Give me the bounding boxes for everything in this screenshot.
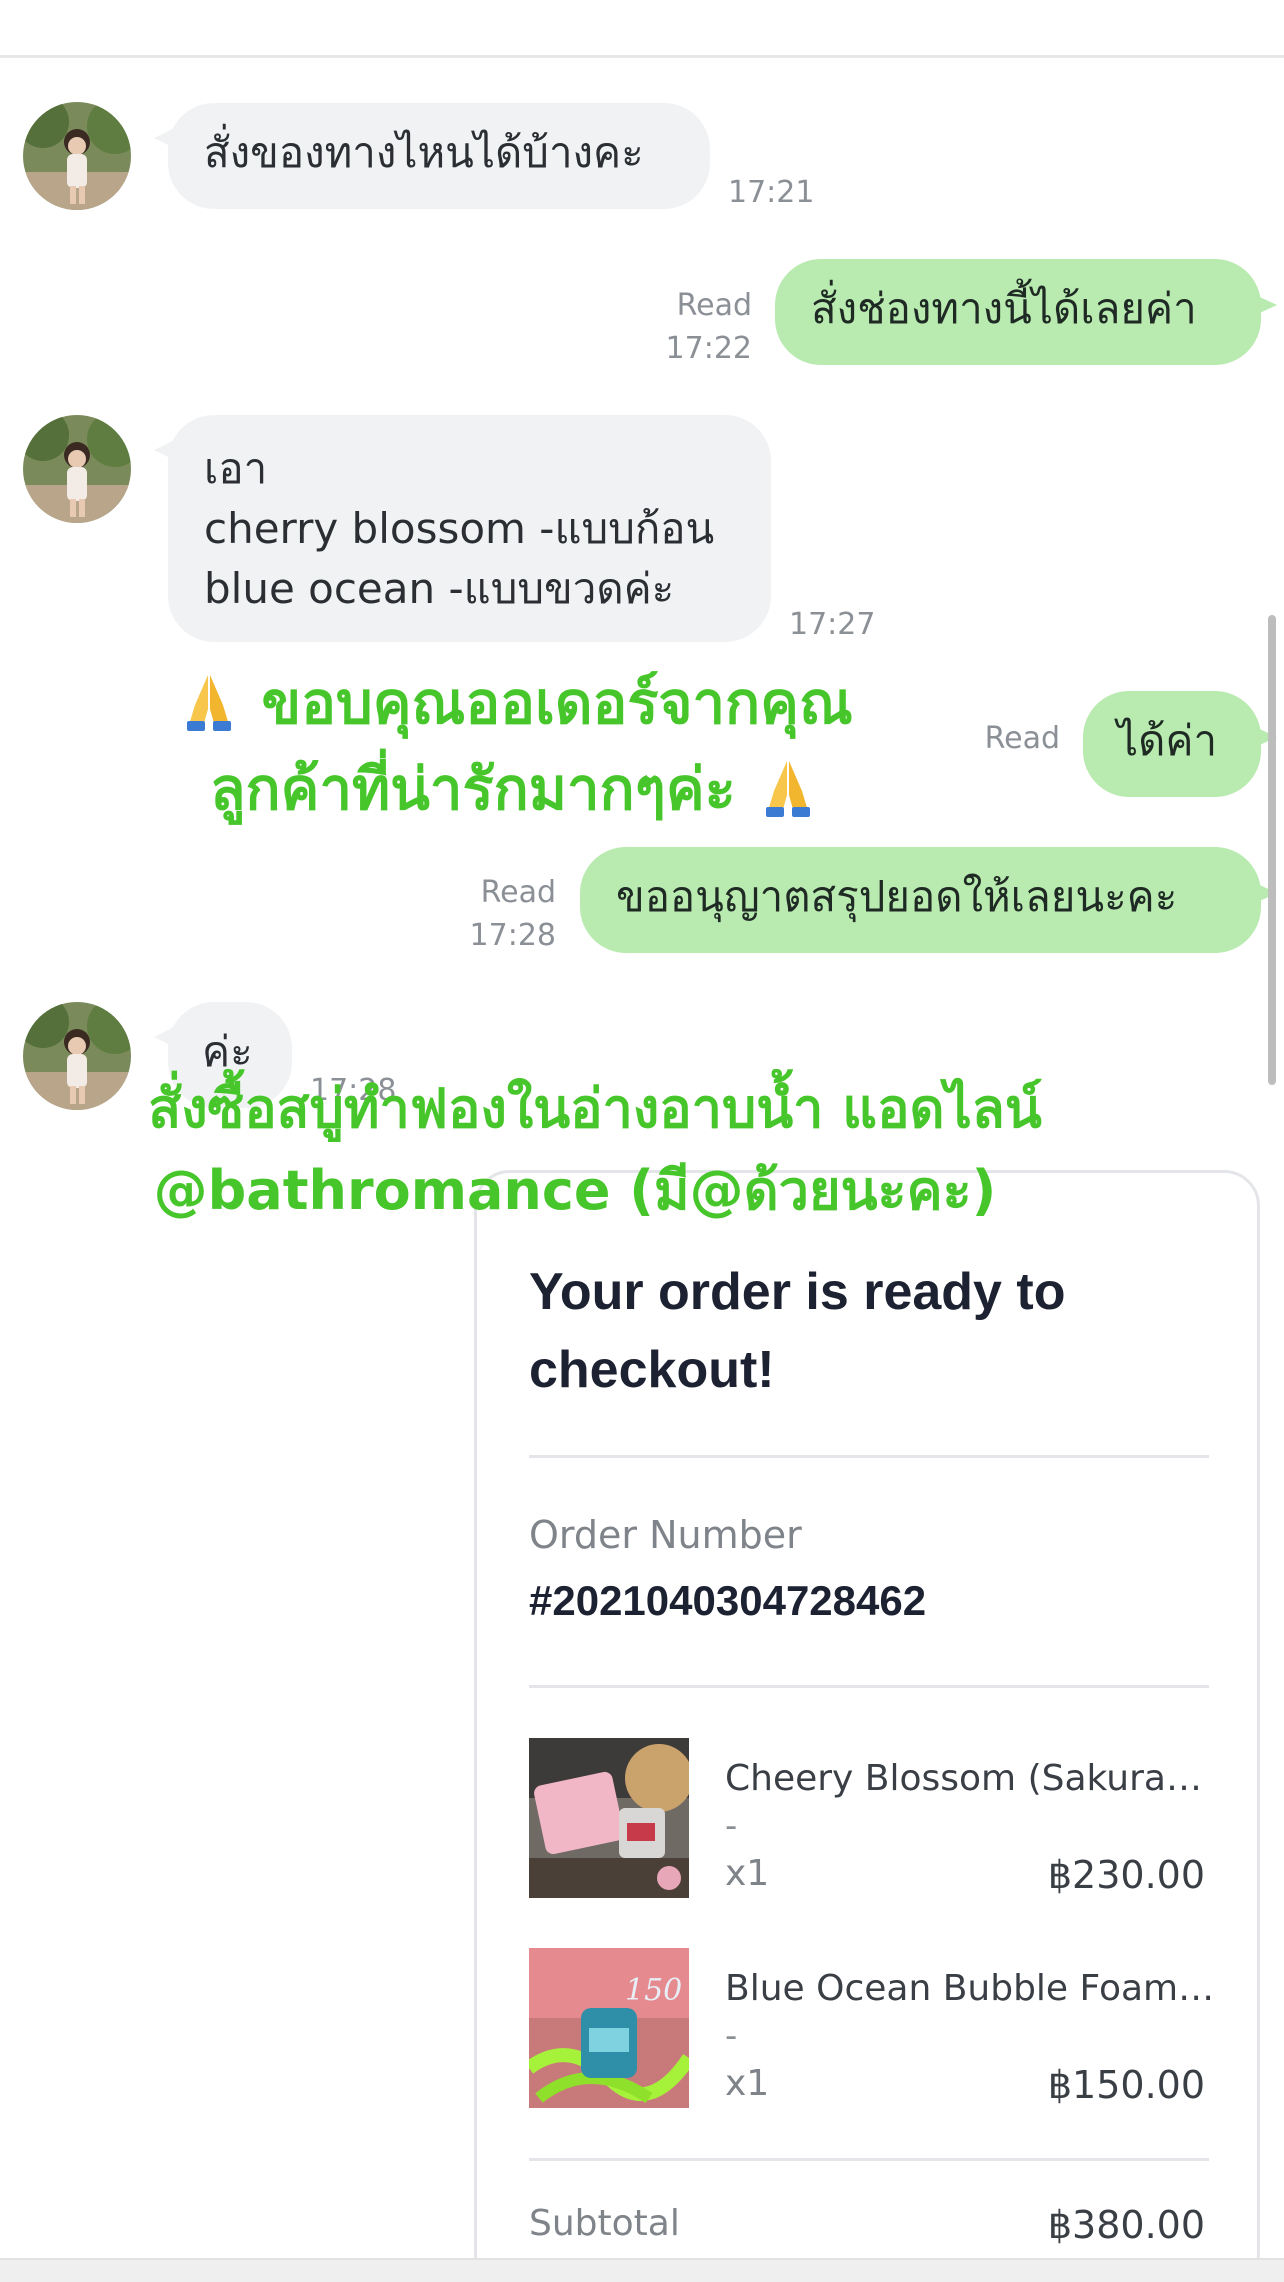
avatar-photo-icon [23, 102, 131, 210]
promo-line-2: @bathromance (มี@ด้วยนะคะ) [153, 1159, 997, 1222]
message-time: 17:28 [469, 918, 556, 953]
item-variant: - [725, 1806, 738, 1846]
item-price: ฿230.00 [1047, 1853, 1205, 1897]
sender-avatar[interactable] [23, 415, 131, 523]
thanks-line-1: ขอบคุณออเดอร์จากคุณ [261, 669, 853, 737]
blue-ocean-product-image-icon: 150 [529, 1948, 689, 2108]
promo-line-1: สั่งซื้อสบู่ทำฟองในอ่างอาบน้ำ แอดไลน์ [148, 1077, 1042, 1140]
message-time: 17:22 [665, 331, 752, 366]
message-time: 17:27 [789, 607, 876, 642]
thanks-line-2: ลูกค้าที่น่ารักมากๆค่ะ [210, 755, 736, 823]
read-receipt: Read [480, 875, 556, 910]
divider [529, 1685, 1209, 1688]
cherry-blossom-product-image-icon [529, 1738, 689, 1898]
read-receipt: Read [676, 288, 752, 323]
avatar-photo-icon [23, 415, 131, 523]
praying-hands-icon [765, 761, 810, 817]
sender-avatar[interactable] [23, 102, 131, 210]
order-card-title: Your order is ready to checkout! [529, 1263, 1066, 1399]
divider [529, 2158, 1209, 2161]
message-time: 17:21 [728, 175, 815, 210]
item-quantity: x1 [725, 2063, 770, 2104]
order-number-value: #2021040304728462 [529, 1577, 927, 1624]
praying-hands-icon [187, 675, 232, 731]
divider [529, 1455, 1209, 1458]
order-checkout-card[interactable]: Your order is ready to checkout! Order N… [474, 1170, 1260, 2282]
item-quantity: x1 [725, 1853, 770, 1894]
subtotal-label: Subtotal [529, 2203, 680, 2244]
subtotal-value: ฿380.00 [1047, 2203, 1205, 2247]
product-thumbnail[interactable]: 150 [529, 1948, 689, 2108]
thanks-overlay-text: ขอบคุณออเดอร์จากคุณ ลูกค้าที่น่ารักมากๆค… [130, 660, 900, 832]
item-name: Cheery Blossom (Sakura) ... [725, 1758, 1215, 1799]
message-bubble-incoming[interactable]: สั่งของทางไหนได้บ้างคะ [154, 103, 710, 209]
bottom-input-bar [0, 2258, 1284, 2282]
item-name: Blue Ocean Bubble Foam ... [725, 1968, 1215, 2009]
item-variant: - [725, 2016, 738, 2056]
svg-text:150: 150 [625, 1973, 682, 2008]
message-bubble-outgoing[interactable]: ขออนุญาตสรุปยอดให้เลยนะคะ [580, 847, 1277, 953]
product-thumbnail[interactable] [529, 1738, 689, 1898]
item-price: ฿150.00 [1047, 2063, 1205, 2107]
read-receipt: Read [984, 721, 1060, 756]
chat-header-bar [0, 0, 1284, 58]
message-bubble-incoming[interactable]: เอา cherry blossom -แบบก้อน blue ocean -… [154, 415, 771, 642]
order-number-label: Order Number [529, 1513, 802, 1557]
scrollbar[interactable] [1268, 615, 1276, 1085]
promo-overlay-text: สั่งซื้อสบู่ทำฟองในอ่างอาบน้ำ แอดไลน์ @b… [100, 1068, 1090, 1232]
message-bubble-outgoing[interactable]: สั่งช่องทางนี้ได้เลยค่า [775, 259, 1277, 365]
message-bubble-outgoing[interactable]: ได้ค่า [1083, 691, 1277, 797]
